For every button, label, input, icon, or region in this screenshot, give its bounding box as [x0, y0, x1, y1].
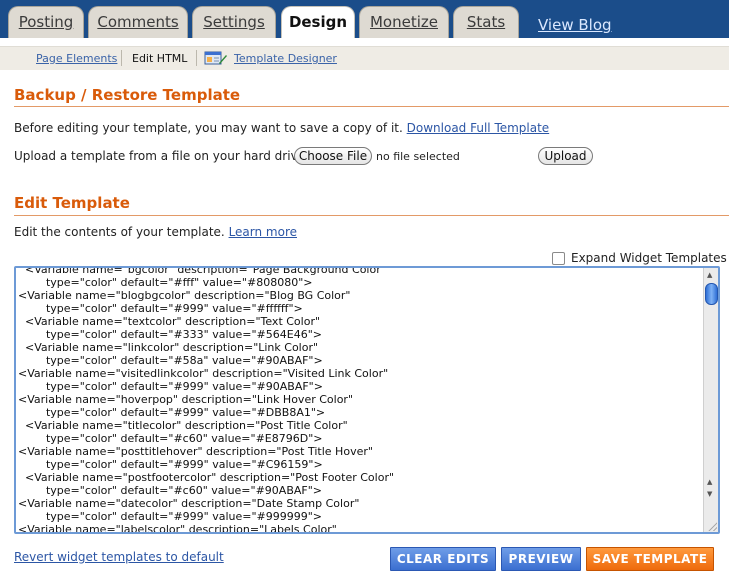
editor-scrollbar[interactable]: ▲ ▲ ▼ — [703, 268, 718, 532]
code-line: type="color" default="#999" value="#ffff… — [18, 302, 303, 315]
subnav-page-elements[interactable]: Page Elements — [36, 52, 117, 65]
scroll-up-arrow-icon[interactable]: ▲ — [707, 478, 712, 486]
template-designer-icon[interactable] — [204, 50, 228, 66]
code-line: <Variable name="titlecolor" description=… — [18, 419, 348, 432]
backup-intro: Before editing your template, you may wa… — [14, 121, 549, 135]
subnav-divider — [196, 50, 197, 66]
view-blog-link[interactable]: View Blog — [538, 16, 612, 34]
code-line: <Variable name="postfootercolor" descrip… — [18, 471, 395, 484]
code-line: type="color" default="#999" value="#DBB8… — [18, 406, 326, 419]
tab-comments[interactable]: Comments — [88, 6, 188, 38]
choose-file-button[interactable]: Choose File — [294, 147, 372, 165]
code-line: type="color" default="#333" value="#564E… — [18, 328, 322, 341]
tab-posting[interactable]: Posting — [8, 6, 84, 38]
code-line: <Variable name="hoverpop" description="L… — [18, 393, 354, 406]
no-file-selected-text: no file selected — [376, 150, 460, 163]
revert-widget-templates-link[interactable]: Revert widget templates to default — [14, 550, 224, 564]
upload-label: Upload a template from a file on your ha… — [14, 149, 310, 163]
code-line: <Variable name="linkcolor" description="… — [18, 341, 319, 354]
scrollbar-thumb[interactable] — [705, 283, 718, 305]
code-line: type="color" default="#c60" value="#E879… — [18, 432, 323, 445]
code-line: <Variable name="textcolor" description="… — [18, 315, 321, 328]
code-line: type="color" default="#58a" value="#90AB… — [18, 354, 323, 367]
template-code-editor[interactable]: <Variable name="bgcolor" description="Pa… — [14, 266, 720, 534]
subnav-divider — [121, 50, 122, 66]
code-line: <Variable name="datecolor" description="… — [18, 497, 360, 510]
edit-section-title: Edit Template — [14, 194, 130, 212]
edit-intro-text: Edit the contents of your template. — [14, 225, 225, 239]
subnav-edit-html: Edit HTML — [132, 52, 188, 65]
tab-settings[interactable]: Settings — [192, 6, 276, 38]
expand-widget-templates-label[interactable]: Expand Widget Templates — [571, 251, 727, 265]
code-line: type="color" default="#c60" value="#90AB… — [18, 484, 322, 497]
scroll-up-arrow-icon[interactable]: ▲ — [707, 271, 712, 279]
tab-stats[interactable]: Stats — [453, 6, 519, 38]
learn-more-link[interactable]: Learn more — [229, 225, 297, 239]
code-line: type="color" default="#999" value="#9999… — [18, 510, 323, 523]
expand-widget-templates-checkbox[interactable] — [552, 252, 565, 265]
template-code-text[interactable]: <Variable name="bgcolor" description="Pa… — [18, 266, 704, 534]
code-line: type="color" default="#999" value="#90AB… — [18, 380, 323, 393]
clear-edits-button[interactable]: CLEAR EDITS — [390, 547, 496, 571]
download-template-link[interactable]: Download Full Template — [407, 121, 550, 135]
code-line: <Variable name="bgcolor" description="Pa… — [18, 266, 386, 276]
edit-intro: Edit the contents of your template. Lear… — [14, 225, 297, 239]
code-line: <Variable name="blogbgcolor" description… — [18, 289, 351, 302]
tab-monetize[interactable]: Monetize — [359, 6, 449, 38]
save-template-button[interactable]: SAVE TEMPLATE — [586, 547, 714, 571]
code-line: type="color" default="#fff" value="#8080… — [18, 276, 313, 289]
code-line: type="color" default="#999" value="#C961… — [18, 458, 323, 471]
section-divider — [14, 215, 729, 216]
scroll-down-arrow-icon[interactable]: ▼ — [707, 490, 712, 498]
code-line: <Variable name="visitedlinkcolor" descri… — [18, 367, 389, 380]
backup-intro-text: Before editing your template, you may wa… — [14, 121, 403, 135]
code-line: <Variable name="posttitlehover" descript… — [18, 445, 373, 458]
subnav-template-designer[interactable]: Template Designer — [234, 52, 337, 65]
upload-button[interactable]: Upload — [538, 147, 593, 165]
resize-grip-icon[interactable] — [708, 522, 717, 531]
backup-section-title: Backup / Restore Template — [14, 86, 241, 104]
tab-design[interactable]: Design — [281, 6, 355, 39]
preview-button[interactable]: PREVIEW — [501, 547, 581, 571]
code-line: <Variable name="labelscolor" description… — [18, 523, 337, 534]
section-divider — [14, 106, 729, 107]
